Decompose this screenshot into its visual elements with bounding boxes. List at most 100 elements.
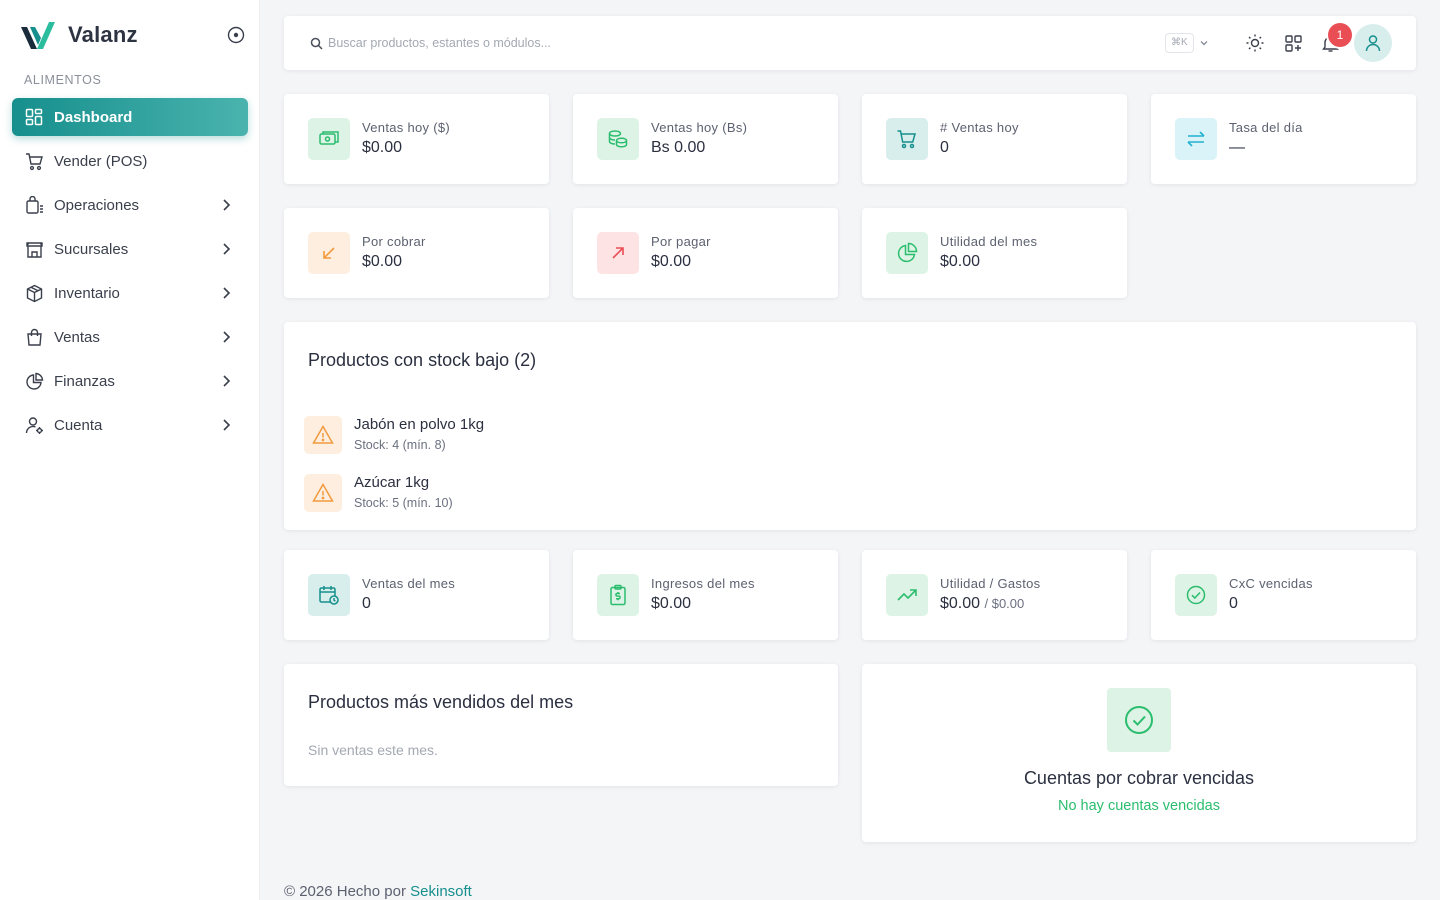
chevron-down-icon[interactable] — [1198, 37, 1210, 49]
trending-up-icon — [886, 574, 928, 616]
dashboard-icon — [24, 107, 44, 127]
stat-value: 0 — [1229, 595, 1238, 612]
check-circle-icon — [1107, 688, 1171, 752]
arrow-down-left-icon — [308, 232, 350, 274]
stat-card-ingresos-mes: Ingresos del mes $0.00 — [573, 550, 838, 640]
footer-link[interactable]: Sekinsoft — [410, 883, 472, 900]
stat-value: $0.00 / $0.00 — [940, 595, 1024, 613]
chevron-right-icon — [223, 375, 231, 387]
sidebar-section-label: ALIMENTOS — [24, 73, 102, 87]
stat-value: $0.00 — [362, 139, 403, 156]
stat-label: Ingresos del mes — [651, 576, 755, 591]
sidebar-item-label: Inventario — [54, 284, 120, 302]
notification-badge: 1 — [1328, 23, 1352, 47]
exchange-arrows-icon — [1175, 118, 1217, 160]
warning-icon — [304, 416, 342, 454]
stat-value: $0.00 — [940, 253, 981, 270]
grid-plus-icon — [1284, 34, 1302, 52]
pie-chart-icon — [886, 232, 928, 274]
footer-text: © 2026 Hecho por — [284, 883, 406, 900]
sidebar-item-label: Sucursales — [54, 240, 129, 258]
brand-name: Valanz — [68, 22, 138, 47]
sidebar-item-label: Operaciones — [54, 196, 140, 214]
shortcut-hint: ⌘K — [1165, 33, 1194, 53]
low-stock-title: Productos con stock bajo (2) — [308, 350, 537, 370]
sidebar-item-label: Cuenta — [54, 416, 103, 434]
footer: © 2026 Hecho por Sekinsoft — [284, 883, 472, 900]
box-icon — [24, 283, 44, 303]
gastos-value: / $0.00 — [984, 596, 1025, 611]
sidebar-nav: Dashboard Vender (POS) Operaciones Sucur… — [12, 98, 248, 450]
calendar-money-icon — [308, 574, 350, 616]
sidebar: Valanz ALIMENTOS Dashboard Vender (POS) … — [0, 0, 260, 900]
top-products-panel: Productos más vendidos del mes Sin venta… — [284, 664, 838, 786]
sidebar-item-sucursales[interactable]: Sucursales — [12, 230, 248, 268]
clipboard-dollar-icon — [597, 574, 639, 616]
avatar[interactable] — [1354, 24, 1392, 62]
sidebar-item-ventas[interactable]: Ventas — [12, 318, 248, 356]
stat-label: Tasa del día — [1229, 120, 1303, 135]
circle-dot-icon — [227, 26, 245, 44]
stat-value: $0.00 — [651, 595, 692, 612]
stat-value: 0 — [362, 595, 371, 612]
sidebar-item-label: Ventas — [54, 328, 100, 346]
product-stock: Stock: 5 (mín. 10) — [354, 496, 453, 510]
stat-card-cxc-vencidas: CxC vencidas 0 — [1151, 550, 1416, 640]
list-item[interactable]: Azúcar 1kg Stock: 5 (mín. 10) — [304, 474, 904, 514]
stat-card-ventas-hoy-usd: Ventas hoy ($) $0.00 — [284, 94, 549, 184]
chevron-right-icon — [223, 199, 231, 211]
stat-label: Por pagar — [651, 234, 711, 249]
stat-label: Utilidad del mes — [940, 234, 1038, 249]
sidebar-item-inventario[interactable]: Inventario — [12, 274, 248, 312]
stat-value: $0.00 — [362, 253, 403, 270]
arrow-up-right-icon — [597, 232, 639, 274]
overdue-message: No hay cuentas vencidas — [1057, 798, 1220, 814]
stat-card-utilidad-gastos: Utilidad / Gastos $0.00 / $0.00 — [862, 550, 1127, 640]
stat-card-por-cobrar: Por cobrar $0.00 — [284, 208, 549, 298]
chevron-right-icon — [223, 419, 231, 431]
empty-state-text: Sin ventas este mes. — [308, 742, 438, 758]
sidebar-item-pos[interactable]: Vender (POS) — [12, 142, 248, 180]
shopping-bag-icon — [24, 327, 44, 347]
product-name: Azúcar 1kg — [354, 474, 430, 491]
stat-card-tasa-del-dia: Tasa del día — — [1151, 94, 1416, 184]
stat-label: Ventas del mes — [362, 576, 456, 591]
coins-icon — [597, 118, 639, 160]
sidebar-item-finanzas[interactable]: Finanzas — [12, 362, 248, 400]
stat-value: Bs 0.00 — [651, 139, 706, 156]
list-item[interactable]: Jabón en polvo 1kg Stock: 4 (mín. 8) — [304, 416, 904, 456]
stat-value: 0 — [940, 139, 949, 156]
check-circle-icon — [1175, 574, 1217, 616]
product-stock: Stock: 4 (mín. 8) — [354, 438, 446, 452]
theme-toggle-button[interactable] — [1243, 31, 1267, 55]
stat-card-ventas-mes: Ventas del mes 0 — [284, 550, 549, 640]
chevron-right-icon — [223, 243, 231, 255]
stat-card-num-ventas-hoy: # Ventas hoy 0 — [862, 94, 1127, 184]
sidebar-item-label: Finanzas — [54, 372, 115, 390]
stat-label: Utilidad / Gastos — [940, 576, 1041, 591]
sidebar-item-label: Dashboard — [54, 108, 133, 126]
product-name: Jabón en polvo 1kg — [354, 416, 485, 433]
low-stock-panel: Productos con stock bajo (2) Jabón en po… — [284, 322, 1416, 530]
stat-card-utilidad-mes: Utilidad del mes $0.00 — [862, 208, 1127, 298]
cash-icon — [308, 118, 350, 160]
sun-icon — [1246, 34, 1264, 52]
collapse-sidebar-button[interactable] — [224, 23, 248, 47]
stat-label: # Ventas hoy — [940, 120, 1019, 135]
warning-icon — [304, 474, 342, 512]
valanz-logo-icon — [21, 22, 55, 49]
overdue-title: Cuentas por cobrar vencidas — [1023, 768, 1255, 788]
utilidad-value: $0.00 — [940, 595, 981, 612]
stat-label: Ventas hoy (Bs) — [651, 120, 748, 135]
apps-button[interactable] — [1281, 31, 1305, 55]
sidebar-item-label: Vender (POS) — [54, 152, 148, 170]
sidebar-item-dashboard[interactable]: Dashboard — [12, 98, 248, 136]
chevron-right-icon — [223, 331, 231, 343]
search-input[interactable] — [328, 32, 1028, 54]
stat-card-ventas-hoy-bs: Ventas hoy (Bs) Bs 0.00 — [573, 94, 838, 184]
sidebar-item-cuenta[interactable]: Cuenta — [12, 406, 248, 444]
overdue-accounts-panel: Cuentas por cobrar vencidas No hay cuent… — [862, 664, 1416, 842]
stat-value: — — [1229, 139, 1245, 156]
brand[interactable]: Valanz — [20, 18, 138, 52]
sidebar-item-operaciones[interactable]: Operaciones — [12, 186, 248, 224]
